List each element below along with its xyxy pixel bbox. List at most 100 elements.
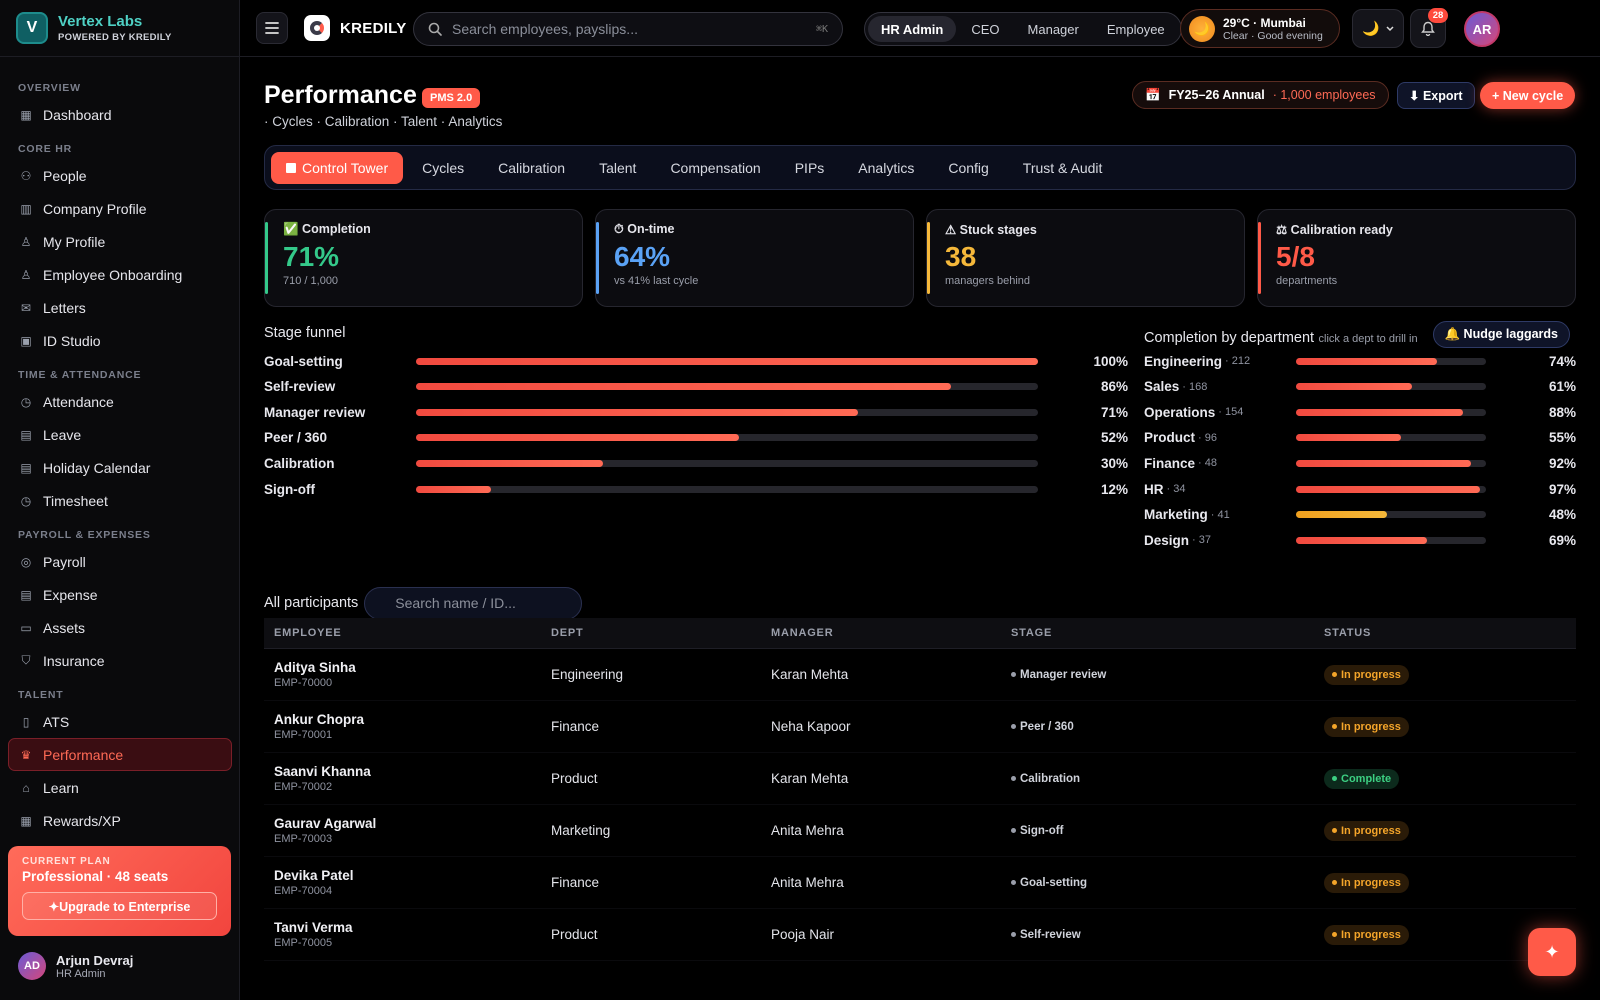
user-profile[interactable]: AD Arjun Devraj HR Admin — [18, 952, 133, 980]
bell-icon — [1421, 21, 1435, 36]
employee-name: Tanvi Verma — [274, 920, 353, 935]
sidebar-item-attendance[interactable]: ◷ Attendance — [8, 385, 232, 418]
weather-temp: 29°C · Mumbai — [1223, 15, 1306, 30]
sidebar-item-insurance[interactable]: ⛉ Insurance — [8, 644, 232, 677]
sidebar-item-letters[interactable]: ✉ Letters — [8, 291, 232, 324]
new-cycle-button[interactable]: + New cycle — [1480, 82, 1576, 109]
tab-control-tower[interactable]: Control Tower — [271, 151, 404, 184]
department-completion: Completion by department click a dept to… — [1144, 321, 1576, 548]
sidebar-item-timesheet[interactable]: ◷ Timesheet — [8, 484, 232, 517]
sidebar-item-dashboard[interactable]: ▦ Dashboard — [8, 98, 232, 131]
department-percent: 74% — [1548, 353, 1576, 369]
kpi-label: ⏱ On-time — [614, 222, 675, 236]
employee-cell: Devika Patel EMP-70004 — [264, 868, 551, 897]
status-badge: Complete — [1324, 768, 1400, 789]
menu-button[interactable] — [256, 12, 288, 44]
sidebar-item-performance[interactable]: ♛ Performance — [8, 738, 232, 771]
department-row[interactable]: Marketing · 41 48% — [1144, 505, 1576, 525]
table-row[interactable]: Tanvi Verma EMP-70005 Product Pooja Nair Sel… — [264, 909, 1576, 961]
sidebar-item-id-studio[interactable]: ▣ ID Studio — [8, 324, 232, 357]
participant-search-input[interactable] — [395, 595, 552, 611]
role-hr-admin[interactable]: HR Admin — [868, 16, 957, 42]
department-percent: 69% — [1548, 532, 1576, 548]
department-name: Product — [1144, 430, 1196, 446]
column-header-stage[interactable]: STAGE — [1011, 627, 1324, 639]
kpi-card[interactable]: ✅ Completion 71% 710 / 1,000 — [264, 209, 583, 307]
participant-search[interactable] — [364, 586, 583, 620]
tab-cycles[interactable]: Cycles — [407, 152, 479, 184]
brand[interactable]: V Vertex Labs POWERED BY KREDILY — [0, 0, 239, 57]
funnel-row: Sign-off 12% — [264, 479, 1128, 499]
tab-config[interactable]: Config — [933, 152, 1003, 184]
column-header-manager[interactable]: MANAGER — [771, 627, 1011, 639]
tab-label: Talent — [599, 159, 637, 176]
table-row[interactable]: Gaurav Agarwal EMP-70003 Marketing Anita Me… — [264, 805, 1576, 857]
avatar[interactable]: AR — [1464, 11, 1500, 47]
department-row[interactable]: Engineering · 212 74% — [1144, 351, 1576, 371]
cycle-selector[interactable]: 📅 FY25–26 Annual · 1,000 employees — [1132, 81, 1389, 109]
department-row[interactable]: Product · 96 55% — [1144, 428, 1576, 448]
sidebar-item-label: Letters — [43, 299, 86, 316]
funnel-row: Calibration 30% — [264, 453, 1128, 473]
nudge-laggards-button[interactable]: 🔔 Nudge laggards — [1432, 321, 1570, 348]
role-employee[interactable]: Employee — [1094, 16, 1178, 42]
department-row[interactable]: Operations · 154 88% — [1144, 402, 1576, 422]
sidebar-item-learn[interactable]: ⌂ Learn — [8, 771, 232, 804]
tab-trust-audit[interactable]: Trust & Audit — [1008, 152, 1118, 184]
global-search[interactable]: ⌘K — [413, 12, 843, 46]
department-count: · 48 — [1198, 457, 1217, 470]
department-row[interactable]: HR · 34 97% — [1144, 479, 1576, 499]
upgrade-button[interactable]: ✦Upgrade to Enterprise — [22, 892, 217, 920]
sidebar-item-company-profile[interactable]: ▥ Company Profile — [8, 192, 232, 225]
kpi-card[interactable]: ⚖ Calibration ready 5/8 departments — [1257, 209, 1576, 307]
sidebar-item-employee-onboarding[interactable]: ♙ Employee Onboarding — [8, 258, 232, 291]
export-button[interactable]: ⬇ Export — [1397, 82, 1475, 109]
sidebar-item-holiday-calendar[interactable]: ▤ Holiday Calendar — [8, 451, 232, 484]
theme-toggle[interactable]: 🌙 — [1352, 9, 1404, 48]
column-header-dept[interactable]: DEPT — [551, 627, 771, 639]
tab-calibration[interactable]: Calibration — [483, 152, 580, 184]
table-row[interactable]: Aditya Sinha EMP-70000 Engineering Karan Me… — [264, 649, 1576, 701]
tab-analytics[interactable]: Analytics — [843, 152, 929, 184]
table-row[interactable]: Ankur Chopra EMP-70001 Finance Neha Kapoor P… — [264, 701, 1576, 753]
column-header-employee[interactable]: EMPLOYEE — [264, 627, 551, 639]
table-row[interactable]: Saanvi Khanna EMP-70002 Product Karan Mehta… — [264, 753, 1576, 805]
department-row[interactable]: Design · 37 69% — [1144, 530, 1576, 550]
dept-value: Engineering — [551, 666, 624, 682]
kpi-card[interactable]: ⏱ On-time 64% vs 41% last cycle — [595, 209, 914, 307]
column-header-status[interactable]: STATUS — [1324, 627, 1576, 639]
role-manager[interactable]: Manager — [1015, 16, 1092, 42]
dept-value: Product — [551, 770, 598, 786]
funnel-stage-label: Goal-setting — [264, 353, 343, 369]
role-ceo[interactable]: CEO — [958, 16, 1012, 42]
stage-funnel: Stage funnel Goal-setting 100% Self-review… — [264, 325, 1128, 497]
sidebar-item-ats[interactable]: ▯ ATS — [8, 705, 232, 738]
department-row[interactable]: Sales · 168 61% — [1144, 377, 1576, 397]
employee-id: EMP-70000 — [274, 677, 333, 689]
table-row[interactable]: Devika Patel EMP-70004 Finance Anita Mehra G… — [264, 857, 1576, 909]
weather-widget[interactable]: 🌙 29°C · Mumbai Clear · Good evening — [1180, 9, 1340, 48]
department-count: · 212 — [1225, 355, 1251, 367]
kpi-card[interactable]: ⚠ Stuck stages 38 managers behind — [926, 209, 1245, 307]
dept-cell: Finance — [551, 718, 771, 736]
tab-talent[interactable]: Talent — [584, 152, 651, 184]
sidebar-item-leave[interactable]: ▤ Leave — [8, 418, 232, 451]
department-count: · 96 — [1198, 431, 1217, 444]
assistant-button[interactable]: ✦ — [1528, 928, 1576, 976]
sidebar-item-expense[interactable]: ▤ Expense — [8, 578, 232, 611]
sidebar-item-payroll[interactable]: ◎ Payroll — [8, 545, 232, 578]
department-row[interactable]: Finance · 48 92% — [1144, 453, 1576, 473]
kpi-subtext: managers behind — [945, 275, 1031, 287]
sidebar-item-assets[interactable]: ▭ Assets — [8, 611, 232, 644]
funnel-stage-label: Manager review — [264, 404, 366, 420]
tab-pips[interactable]: PIPs — [780, 152, 840, 184]
sidebar-item-my-profile[interactable]: ♙ My Profile — [8, 225, 232, 258]
sidebar-item-rewards-xp[interactable]: ▦ Rewards/XP — [8, 804, 232, 837]
search-input[interactable] — [452, 21, 806, 37]
tab-compensation[interactable]: Compensation — [655, 152, 775, 184]
user-plus-icon: ♙ — [20, 267, 32, 282]
sidebar-item-people[interactable]: ⚇ People — [8, 159, 232, 192]
building-icon: ▥ — [20, 201, 32, 216]
department-bar-fill — [1296, 485, 1481, 493]
user-name: Arjun Devraj — [56, 952, 134, 968]
